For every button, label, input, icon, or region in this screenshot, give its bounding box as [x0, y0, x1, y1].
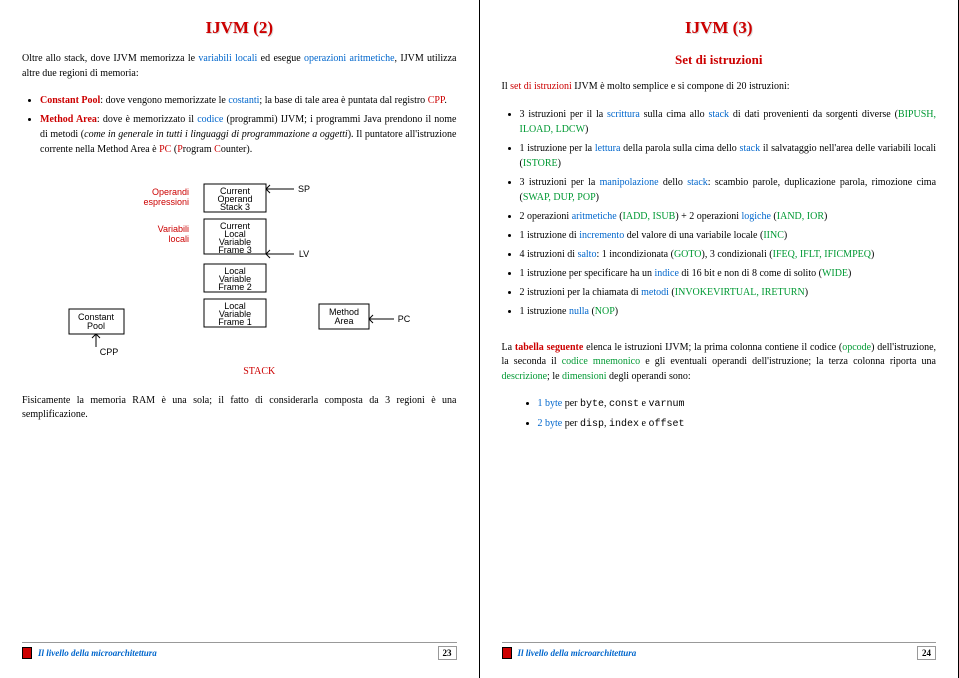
list-item: Method Area: dove è memorizzato il codic…: [40, 112, 457, 157]
page-title: IJVM (2): [22, 18, 457, 38]
list-item: 1 byte per byte, const e varnum: [538, 396, 937, 412]
list-item: Constant Pool: dove vengono memorizzate …: [40, 93, 457, 108]
list-item: 1 istruzione di incremento del valore di…: [520, 228, 937, 243]
list-item: 1 istruzione per la lettura della parola…: [520, 141, 937, 171]
memory-diagram: ConstantPool CPP CurrentOperandStack 3 C…: [22, 179, 457, 359]
list-item: 3 istruzioni per la manipolazione dello …: [520, 175, 937, 205]
intro-text: Oltre allo stack, dove IJVM memorizza le…: [22, 52, 457, 81]
svg-text:Operandi: Operandi: [152, 187, 189, 197]
list-item: 2 byte per disp, index e offset: [538, 416, 937, 432]
svg-text:Area: Area: [335, 316, 354, 326]
footer-marker: [22, 647, 32, 659]
svg-text:Frame 1: Frame 1: [218, 317, 252, 327]
svg-text:Pool: Pool: [87, 321, 105, 331]
list-item: 1 istruzione per specificare ha un indic…: [520, 266, 937, 281]
section-title: Set di istruzioni: [502, 52, 937, 68]
list-item: 2 istruzioni per la chiamata di metodi (…: [520, 285, 937, 300]
memory-regions-list: Constant Pool: dove vengono memorizzate …: [22, 93, 457, 161]
svg-text:SP: SP: [298, 184, 310, 194]
svg-text:CPP: CPP: [100, 347, 119, 357]
svg-text:PC: PC: [398, 314, 411, 324]
svg-text:Stack 3: Stack 3: [220, 202, 250, 212]
intro-text: Il set di istruzioni IJVM è molto sempli…: [502, 80, 937, 95]
svg-text:Variabili: Variabili: [158, 224, 189, 234]
table-intro: La tabella seguente elenca le istruzioni…: [502, 341, 937, 385]
page-title: IJVM (3): [502, 18, 937, 38]
svg-text:locali: locali: [169, 234, 190, 244]
svg-text:Frame 3: Frame 3: [218, 245, 252, 255]
page-footer: Il livello della microarchitettura 24: [502, 642, 937, 660]
svg-text:espressioni: espressioni: [144, 197, 190, 207]
stack-label: STACK: [22, 365, 457, 380]
footer-marker: [502, 647, 512, 659]
svg-text:Frame 2: Frame 2: [218, 282, 252, 292]
page-footer: Il livello della microarchitettura 23: [22, 642, 457, 660]
closing-text: Fisicamente la memoria RAM è una sola; i…: [22, 394, 457, 423]
instruction-list: 3 istruzioni per il la scrittura sulla c…: [502, 107, 937, 323]
list-item: 3 istruzioni per il la scrittura sulla c…: [520, 107, 937, 137]
list-item: 2 operazioni aritmetiche (IADD, ISUB) + …: [520, 209, 937, 224]
svg-text:LV: LV: [299, 249, 309, 259]
list-item: 1 istruzione nulla (NOP): [520, 304, 937, 319]
list-item: 4 istruzioni di salto: 1 incondizionata …: [520, 247, 937, 262]
dimensions-list: 1 byte per byte, const e varnum 2 byte p…: [502, 396, 937, 436]
